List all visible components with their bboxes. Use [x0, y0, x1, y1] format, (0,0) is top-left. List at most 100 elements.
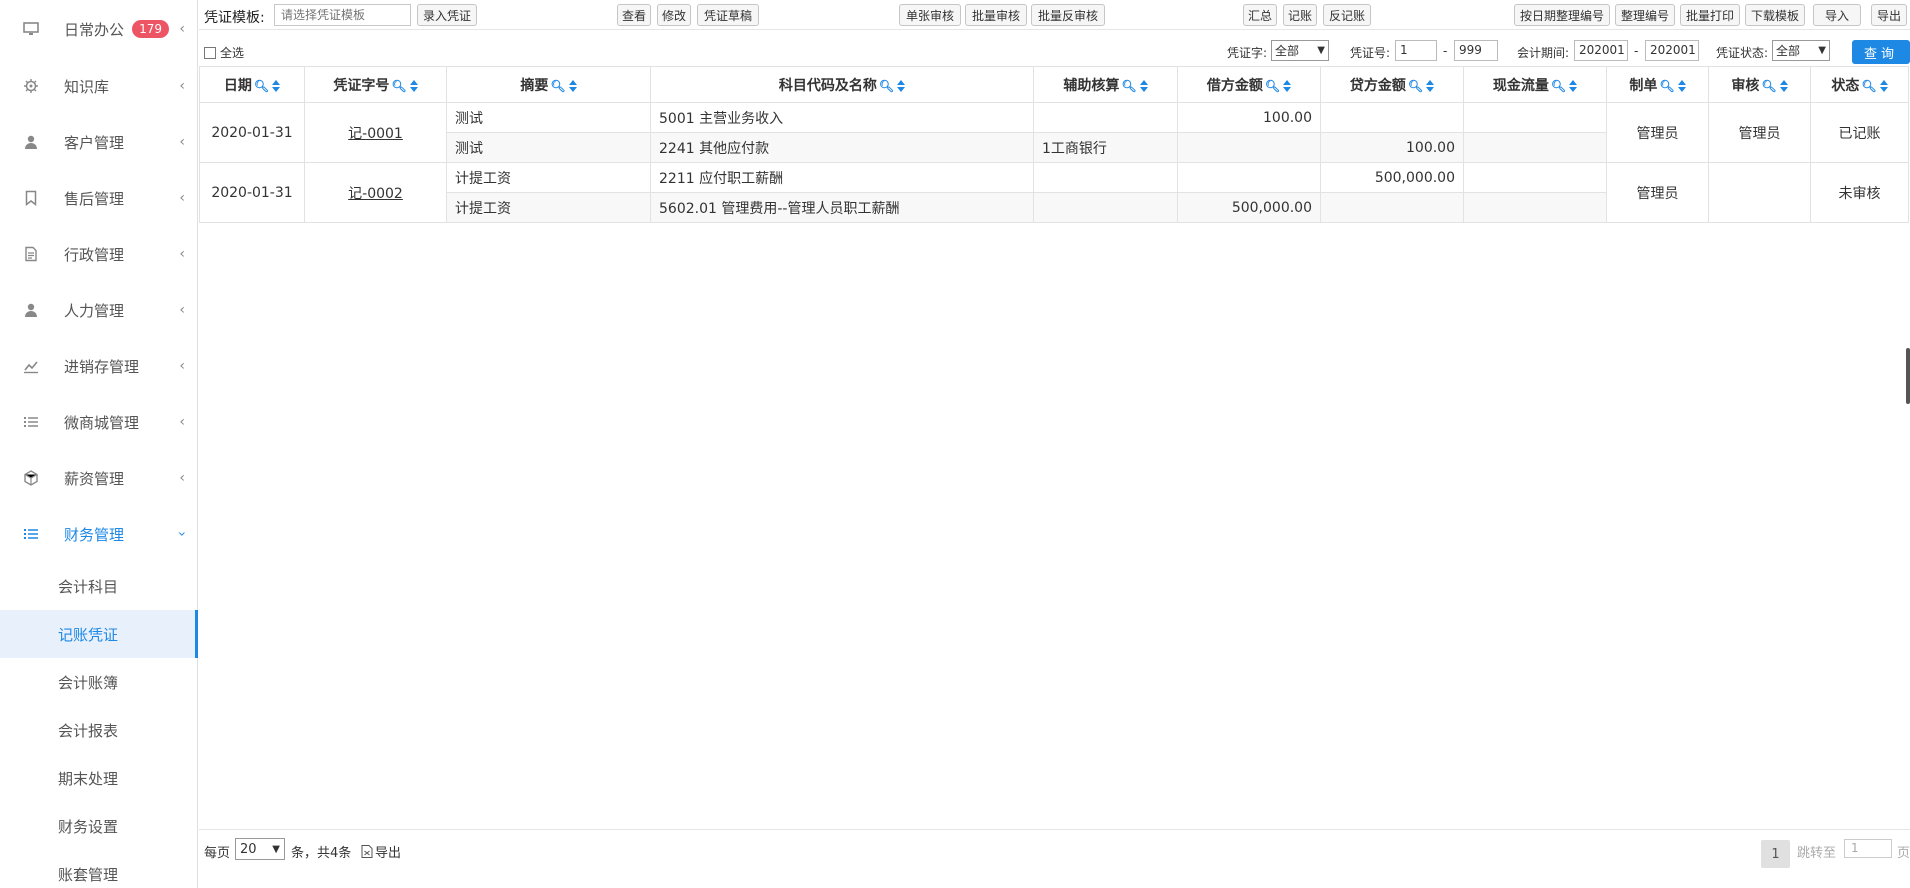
voucher-no-label: 凭证号:	[1350, 46, 1391, 60]
import-button[interactable]: 导入	[1813, 4, 1861, 26]
status-select[interactable]: 全部 ▼	[1772, 40, 1830, 61]
voucher-word-select[interactable]: 全部 ▼	[1271, 40, 1329, 61]
sort-icon[interactable]	[1569, 79, 1578, 92]
cell-aux	[1033, 162, 1178, 193]
sidebar-item-customer[interactable]: 客户管理 ‹	[0, 114, 197, 170]
sidebar-subitem-reports[interactable]: 会计报表	[0, 706, 197, 754]
table-row[interactable]: 2020-01-31 记-0001 测试 5001 主营业务收入 100.00 …	[199, 102, 1909, 163]
search-icon[interactable]: 🔍︎	[1861, 79, 1876, 93]
search-icon[interactable]: 🔍︎	[1265, 79, 1280, 93]
sort-icon[interactable]	[568, 79, 577, 92]
sidebar-item-admin[interactable]: 行政管理 ‹	[0, 226, 197, 282]
batch-audit-button[interactable]: 批量审核	[965, 4, 1027, 26]
voucher-number-link[interactable]: 记-0002	[348, 186, 403, 202]
sidebar-item-knowledge[interactable]: 知识库 ‹	[0, 58, 197, 114]
sidebar-item-label: 行政管理	[64, 245, 125, 264]
single-audit-button[interactable]: 单张审核	[899, 4, 961, 26]
toolbar: 凭证模板: 录入凭证 查看 修改 凭证草稿 单张审核 批量审核 批量反审核 汇总…	[199, 0, 1910, 30]
voucher-no-to-input[interactable]: 999	[1454, 40, 1498, 61]
sidebar-item-hr[interactable]: 人力管理 ‹	[0, 282, 197, 338]
view-button[interactable]: 查看	[617, 4, 651, 26]
search-icon[interactable]: 🔍︎	[254, 79, 269, 93]
sidebar-item-daily-office[interactable]: 日常办公 179 ‹	[0, 0, 197, 58]
search-icon[interactable]: 🔍︎	[1551, 79, 1566, 93]
query-button[interactable]: 查询	[1852, 40, 1910, 64]
cell-cash-flow	[1463, 102, 1607, 133]
column-header-credit[interactable]: 贷方金额 🔍︎	[1320, 66, 1464, 103]
draft-button[interactable]: 凭证草稿	[697, 4, 759, 26]
chevron-left-icon: ‹	[179, 302, 185, 318]
sidebar-subitem-account-sets[interactable]: 账套管理	[0, 850, 197, 888]
column-header-summary[interactable]: 摘要 🔍︎	[446, 66, 651, 103]
column-header-maker[interactable]: 制单 🔍︎	[1606, 66, 1709, 103]
template-input[interactable]	[274, 4, 411, 26]
jump-label: 跳转至	[1797, 846, 1837, 861]
column-header-status[interactable]: 状态 🔍︎	[1810, 66, 1909, 103]
enter-voucher-button[interactable]: 录入凭证	[417, 4, 477, 26]
cell-account: 2211 应付职工薪酬	[650, 162, 1034, 193]
search-icon[interactable]: 🔍︎	[879, 79, 894, 93]
sidebar-subitem-ledgers[interactable]: 会计账簿	[0, 658, 197, 706]
select-all-checkbox[interactable]: 全选	[204, 44, 244, 61]
renumber-button[interactable]: 整理编号	[1615, 4, 1675, 26]
post-button[interactable]: 记账	[1283, 4, 1317, 26]
sort-icon[interactable]	[272, 79, 281, 92]
chevron-left-icon: ‹	[179, 78, 185, 94]
search-icon[interactable]: 🔍︎	[1121, 79, 1136, 93]
sort-icon[interactable]	[1283, 79, 1292, 92]
sidebar-item-finance[interactable]: 财务管理 ‹	[0, 506, 197, 562]
column-header-cash-flow[interactable]: 现金流量 🔍︎	[1463, 66, 1607, 103]
cell-aux	[1033, 192, 1178, 223]
table-row[interactable]: 2020-01-31 记-0002 计提工资 2211 应付职工薪酬 500,0…	[199, 162, 1909, 223]
sort-icon[interactable]	[1677, 79, 1686, 92]
column-header-date[interactable]: 日期 🔍︎	[199, 66, 305, 103]
checkbox-box[interactable]	[204, 46, 216, 59]
search-icon[interactable]: 🔍︎	[391, 79, 406, 93]
search-icon[interactable]: 🔍︎	[1761, 79, 1776, 93]
chevron-left-icon: ‹	[179, 414, 185, 430]
sidebar-item-inventory[interactable]: 进销存管理 ‹	[0, 338, 197, 394]
period-from-input[interactable]: 202001	[1574, 40, 1628, 61]
voucher-number-link[interactable]: 记-0001	[348, 126, 403, 142]
sidebar-subitem-accounts[interactable]: 会计科目	[0, 562, 197, 610]
per-page-select[interactable]: 20 ▼	[235, 838, 285, 860]
sidebar-item-mall[interactable]: 微商城管理 ‹	[0, 394, 197, 450]
renumber-by-date-button[interactable]: 按日期整理编号	[1514, 4, 1610, 26]
period-to-input[interactable]: 202001	[1645, 40, 1699, 61]
summary-button[interactable]: 汇总	[1243, 4, 1277, 26]
export-link[interactable]: 导出	[361, 842, 401, 861]
unpost-button[interactable]: 反记账	[1323, 4, 1371, 26]
column-header-debit[interactable]: 借方金额 🔍︎	[1177, 66, 1321, 103]
sort-icon[interactable]	[1139, 79, 1148, 92]
batch-print-button[interactable]: 批量打印	[1680, 4, 1740, 26]
sort-icon[interactable]	[1879, 79, 1888, 92]
sidebar-item-after-sales[interactable]: 售后管理 ‹	[0, 170, 197, 226]
sidebar-subitem-vouchers[interactable]: 记账凭证	[0, 610, 198, 658]
scrollbar-handle[interactable]	[1906, 348, 1910, 404]
column-header-number[interactable]: 凭证字号 🔍︎	[304, 66, 447, 103]
cell-aux	[1033, 102, 1178, 133]
batch-unaudit-button[interactable]: 批量反审核	[1031, 4, 1105, 26]
export-button[interactable]: 导出	[1871, 4, 1907, 26]
search-icon[interactable]: 🔍︎	[1408, 79, 1423, 93]
column-header-aux[interactable]: 辅助核算 🔍︎	[1033, 66, 1178, 103]
sidebar-item-salary[interactable]: 薪资管理 ‹	[0, 450, 197, 506]
download-template-button[interactable]: 下载模板	[1745, 4, 1805, 26]
range-dash: -	[1443, 44, 1448, 58]
page-button-current[interactable]: 1	[1761, 840, 1790, 868]
sort-icon[interactable]	[1779, 79, 1788, 92]
column-header-auditor[interactable]: 审核 🔍︎	[1708, 66, 1811, 103]
app-root: 日常办公 179 ‹ 知识库 ‹ 客户管理 ‹ 售后管理 ‹ 行政管理 ‹ 人力…	[0, 0, 1910, 888]
cell-summary: 测试	[446, 102, 651, 133]
sort-icon[interactable]	[897, 79, 906, 92]
sort-icon[interactable]	[1426, 79, 1435, 92]
sidebar-subitem-settings[interactable]: 财务设置	[0, 802, 197, 850]
jump-page-input[interactable]: 1	[1844, 839, 1892, 858]
column-header-account[interactable]: 科目代码及名称 🔍︎	[650, 66, 1034, 103]
voucher-no-from-input[interactable]: 1	[1395, 40, 1437, 61]
sidebar-subitem-period-end[interactable]: 期末处理	[0, 754, 197, 802]
search-icon[interactable]: 🔍︎	[1659, 79, 1674, 93]
edit-button[interactable]: 修改	[657, 4, 691, 26]
search-icon[interactable]: 🔍︎	[550, 79, 565, 93]
sort-icon[interactable]	[409, 79, 418, 92]
